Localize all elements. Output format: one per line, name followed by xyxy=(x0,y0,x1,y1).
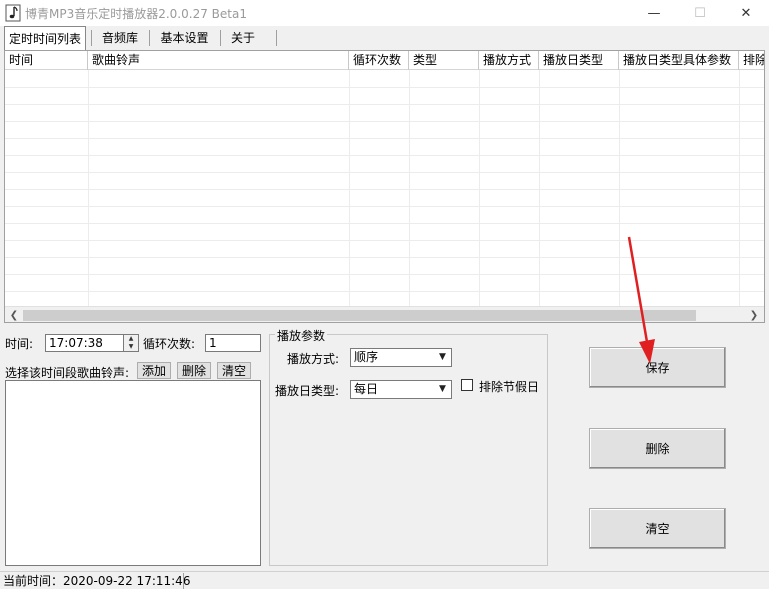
chevron-down-icon[interactable]: ▼ xyxy=(435,382,450,397)
play-mode-value: 顺序 xyxy=(354,350,379,364)
grid-column-line xyxy=(539,70,540,306)
spin-up-icon[interactable]: ▲ xyxy=(124,335,138,343)
grid-row-line xyxy=(5,189,764,190)
maximize-button[interactable]: ☐ xyxy=(677,0,723,26)
exclude-holidays-label: 排除节假日 xyxy=(479,380,540,394)
scroll-thumb[interactable] xyxy=(23,310,696,321)
grid-column-line xyxy=(739,70,740,306)
grid-column-line xyxy=(88,70,89,306)
close-button[interactable]: ✕ xyxy=(723,0,769,26)
clear-songs-button[interactable]: 清空 xyxy=(217,362,251,379)
tab-bar: 定时时间列表 音频库 基本设置 关于 xyxy=(0,26,769,50)
column-header-loop-count[interactable]: 循环次数 xyxy=(349,51,409,70)
tab-audio-library[interactable]: 音频库 xyxy=(93,26,147,48)
minimize-button[interactable]: — xyxy=(631,0,677,26)
play-params-title: 播放参数 xyxy=(275,327,328,344)
tab-basic-settings[interactable]: 基本设置 xyxy=(151,26,218,48)
grid-row-line xyxy=(5,223,764,224)
clear-button[interactable]: 清空 xyxy=(589,508,726,549)
play-mode-label: 播放方式: xyxy=(287,352,340,366)
song-select-label: 选择该时间段歌曲铃声: xyxy=(5,366,130,380)
grid-row-line xyxy=(5,138,764,139)
scroll-left-icon[interactable]: ❮ xyxy=(7,308,21,322)
column-header-type[interactable]: 类型 xyxy=(409,51,479,70)
grid-row-line xyxy=(5,87,764,88)
music-note-icon xyxy=(5,4,21,22)
column-header-day-type[interactable]: 播放日类型 xyxy=(539,51,619,70)
chevron-down-icon[interactable]: ▼ xyxy=(435,350,450,365)
grid-row-line xyxy=(5,172,764,173)
tab-separator xyxy=(149,30,150,46)
grid-column-line xyxy=(349,70,350,306)
day-type-select[interactable]: 每日 ▼ xyxy=(350,380,452,399)
current-time-status: 当前时间：2020-09-22 17:11:46 xyxy=(3,574,191,588)
day-type-label: 播放日类型: xyxy=(275,384,340,398)
tab-separator xyxy=(276,30,277,46)
window-title: 博青MP3音乐定时播放器2.0.0.27 Beta1 xyxy=(25,7,247,21)
exclude-holidays-checkbox[interactable] xyxy=(461,379,473,391)
column-header-song[interactable]: 歌曲铃声 xyxy=(88,51,349,70)
song-list[interactable] xyxy=(5,380,261,566)
play-mode-select[interactable]: 顺序 ▼ xyxy=(350,348,452,367)
tab-separator xyxy=(220,30,221,46)
status-separator xyxy=(183,573,184,589)
title-bar: 博青MP3音乐定时播放器2.0.0.27 Beta1 — ☐ ✕ xyxy=(0,0,769,26)
column-header-time[interactable]: 时间 xyxy=(5,51,88,70)
grid-row-line xyxy=(5,121,764,122)
tab-about[interactable]: 关于 xyxy=(222,26,264,48)
tab-separator xyxy=(91,30,92,46)
delete-button[interactable]: 删除 xyxy=(589,428,726,469)
annotation-arrow-icon xyxy=(627,236,655,364)
column-header-exclude[interactable]: 排除 xyxy=(739,51,764,70)
time-label: 时间: xyxy=(5,337,34,351)
grid-row-line xyxy=(5,155,764,156)
grid-column-line xyxy=(479,70,480,306)
play-params-group xyxy=(269,334,548,566)
add-song-button[interactable]: 添加 xyxy=(137,362,171,379)
grid-row-line xyxy=(5,206,764,207)
column-header-play-mode[interactable]: 播放方式 xyxy=(479,51,539,70)
spin-down-icon[interactable]: ▼ xyxy=(124,343,138,351)
delete-song-button[interactable]: 删除 xyxy=(177,362,211,379)
table-header: 时间 歌曲铃声 循环次数 类型 播放方式 播放日类型 播放日类型具体参数 排除 xyxy=(5,51,764,70)
time-spinner[interactable]: ▲ ▼ xyxy=(123,334,139,352)
tab-schedule-list[interactable]: 定时时间列表 xyxy=(4,26,86,50)
loop-count-label: 循环次数: xyxy=(143,337,196,351)
status-bar: 当前时间：2020-09-22 17:11:46 xyxy=(0,571,769,589)
time-input[interactable]: 17:07:38 xyxy=(45,334,124,352)
column-header-day-params[interactable]: 播放日类型具体参数 xyxy=(619,51,739,70)
scroll-right-icon[interactable]: ❯ xyxy=(747,308,761,322)
grid-row-line xyxy=(5,104,764,105)
day-type-value: 每日 xyxy=(354,382,379,396)
loop-count-input[interactable]: 1 xyxy=(205,334,261,352)
grid-column-line xyxy=(409,70,410,306)
